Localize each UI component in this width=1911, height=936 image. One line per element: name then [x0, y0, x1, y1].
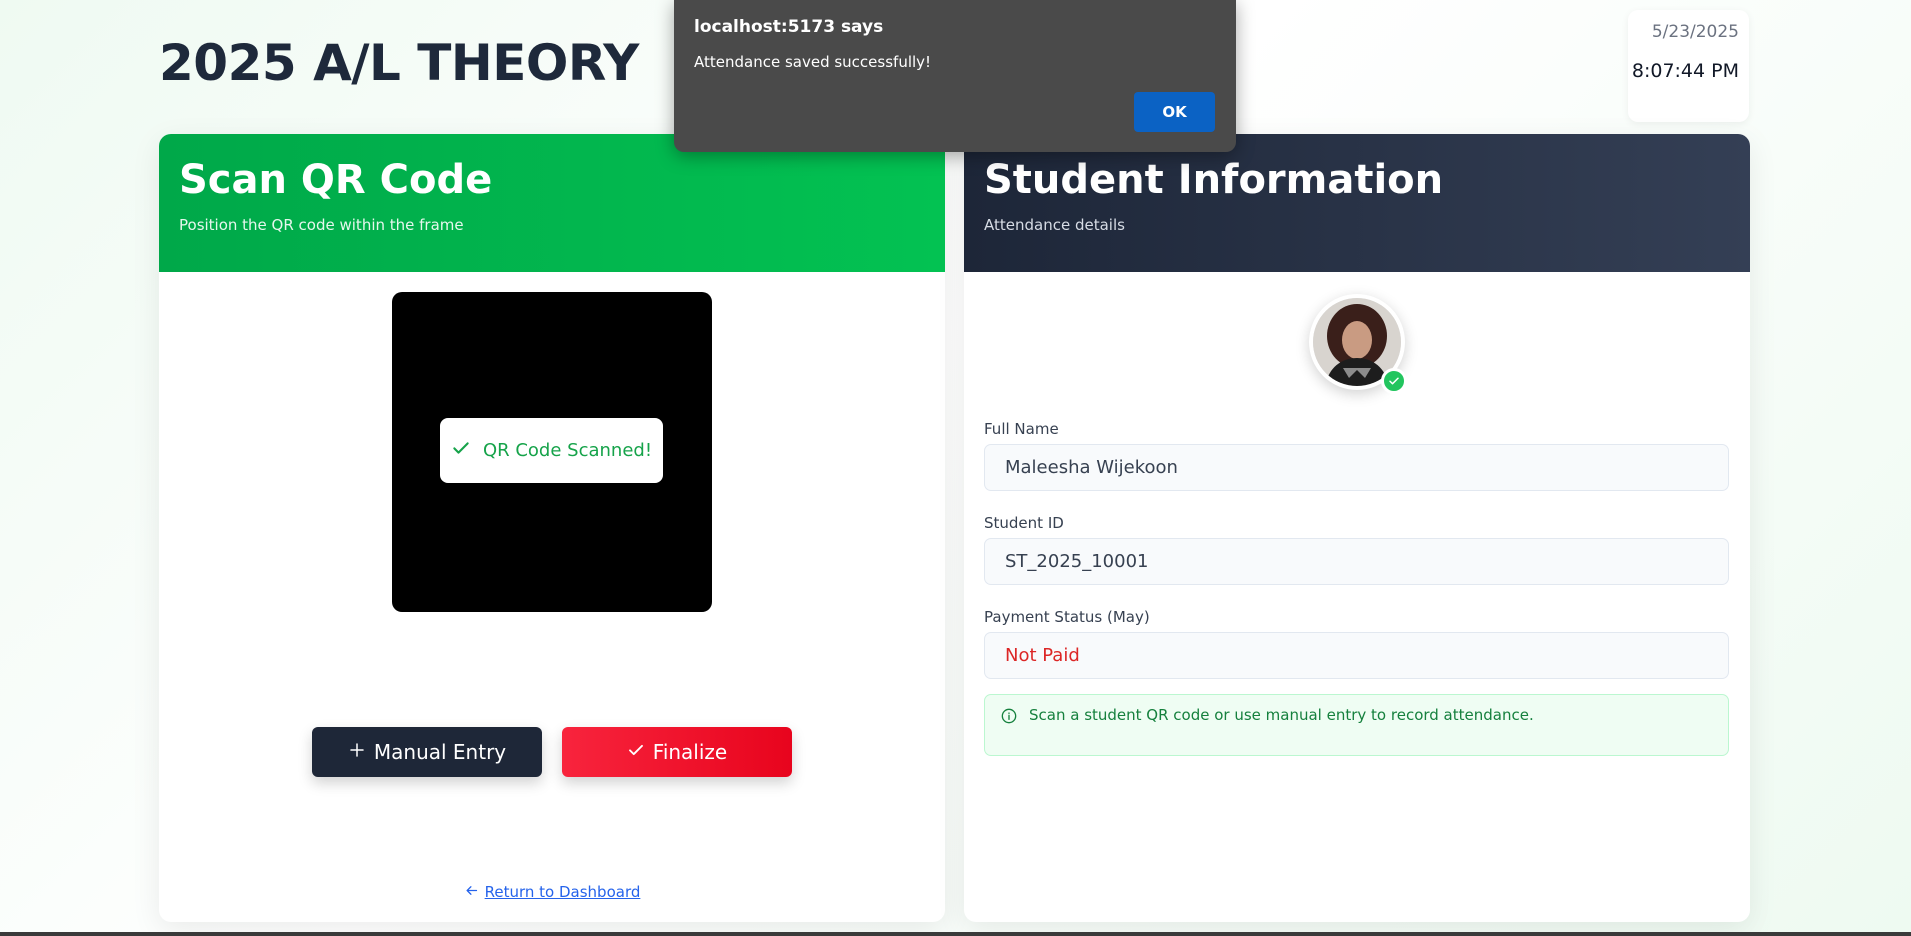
arrow-left-icon	[464, 883, 479, 902]
student-id-label: Student ID	[984, 514, 1064, 532]
date-time-widget: 5/23/2025 8:07:44 PM	[1628, 10, 1749, 122]
student-avatar-wrap	[1309, 294, 1407, 394]
page-title: 2025 A/L THEORY	[159, 34, 639, 92]
ok-button[interactable]: OK	[1134, 92, 1215, 132]
scan-success-badge: QR Code Scanned!	[440, 418, 663, 483]
full-name-field[interactable]: Maleesha Wijekoon	[984, 444, 1729, 491]
plus-icon	[348, 740, 366, 764]
manual-entry-button[interactable]: Manual Entry	[312, 727, 542, 777]
alert-message: Attendance saved successfully!	[694, 53, 932, 71]
scan-qr-title: Scan QR Code	[179, 157, 493, 203]
student-info-title: Student Information	[984, 157, 1444, 203]
student-id-field[interactable]: ST_2025_10001	[984, 538, 1729, 585]
window-bottom-border	[0, 932, 1911, 936]
info-icon	[1001, 706, 1017, 744]
payment-status-field[interactable]: Not Paid	[984, 632, 1729, 679]
full-name-label: Full Name	[984, 420, 1059, 438]
finalize-button[interactable]: Finalize	[562, 727, 792, 777]
verified-check-icon	[1381, 368, 1407, 394]
return-to-dashboard-link[interactable]: Return to Dashboard	[159, 883, 945, 902]
return-link-label: Return to Dashboard	[484, 883, 641, 901]
alert-title: localhost:5173 says	[694, 17, 884, 37]
info-message-text: Scan a student QR code or use manual ent…	[1029, 706, 1534, 724]
student-info-card: Student Information Attendance details F…	[964, 134, 1750, 922]
current-time: 8:07:44 PM	[1631, 60, 1739, 82]
check-icon	[627, 740, 645, 764]
check-icon	[451, 438, 471, 463]
manual-entry-label: Manual Entry	[373, 740, 507, 764]
payment-status-label: Payment Status (May)	[984, 608, 1150, 626]
scan-qr-subtitle: Position the QR code within the frame	[179, 216, 464, 234]
scan-qr-header: Scan QR Code Position the QR code within…	[159, 134, 945, 272]
scan-qr-card: Scan QR Code Position the QR code within…	[159, 134, 945, 922]
alert-dialog: localhost:5173 says Attendance saved suc…	[674, 0, 1236, 152]
info-message-box: Scan a student QR code or use manual ent…	[984, 694, 1729, 756]
current-date: 5/23/2025	[1651, 22, 1739, 42]
finalize-label: Finalize	[652, 740, 728, 764]
scan-status-text: QR Code Scanned!	[482, 440, 653, 461]
student-info-subtitle: Attendance details	[984, 216, 1125, 234]
student-info-header: Student Information Attendance details	[964, 134, 1750, 272]
qr-camera-view: QR Code Scanned!	[392, 292, 712, 612]
